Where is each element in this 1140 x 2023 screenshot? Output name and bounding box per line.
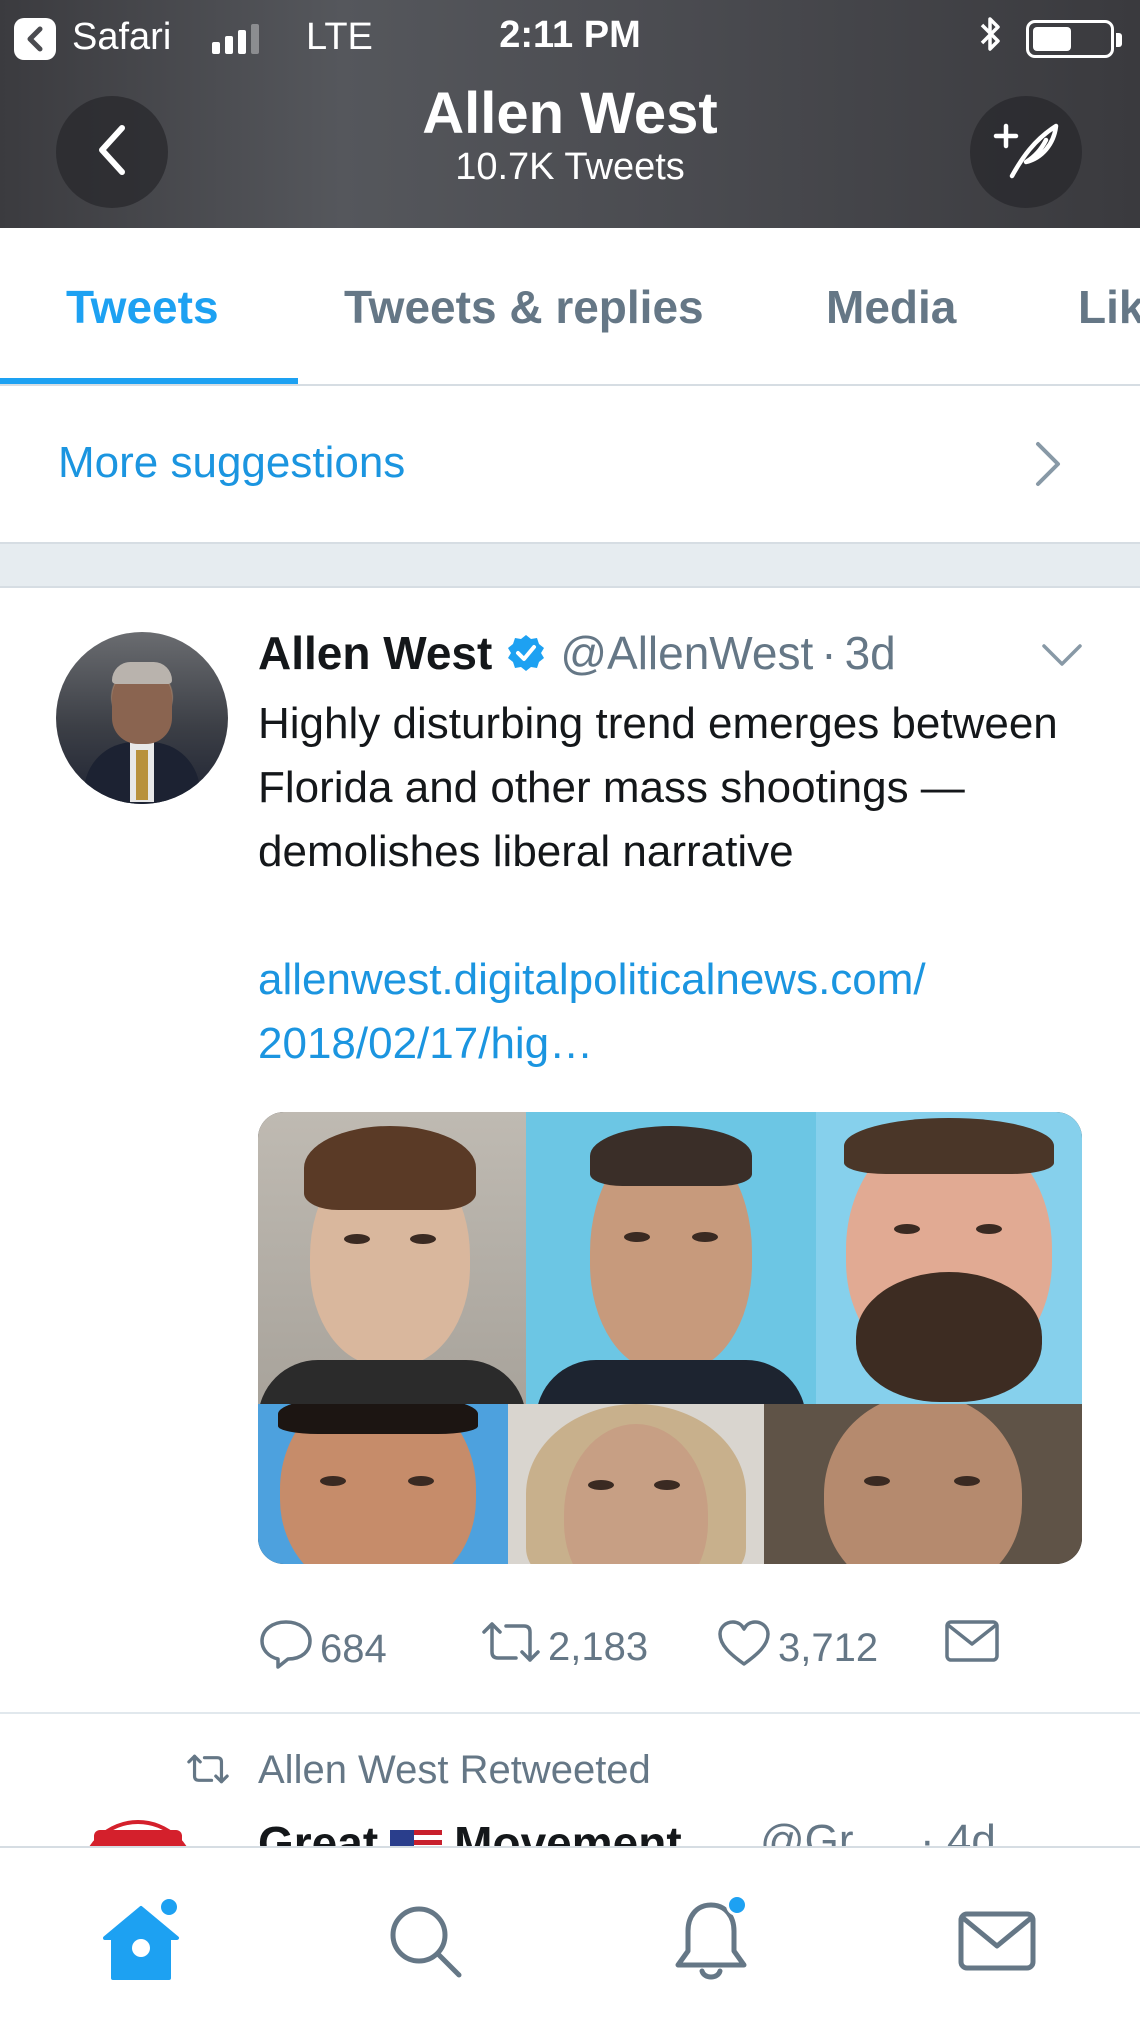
compose-icon: [990, 118, 1062, 187]
like-button[interactable]: 3,712: [716, 1618, 878, 1678]
tweet[interactable]: Allen West @AllenWest · 3d Highly distur…: [0, 588, 1140, 1714]
verified-icon: [506, 633, 546, 673]
retweet-button[interactable]: 2,183: [480, 1618, 648, 1676]
photo-tile: [816, 1112, 1082, 1404]
photo-tile: [258, 1112, 526, 1404]
profile-tabs: Tweets Tweets & replies Media Likes: [0, 228, 1140, 386]
tab-media[interactable]: Media: [826, 280, 956, 334]
tweet-timestamp[interactable]: · 4d: [920, 1816, 996, 1846]
like-icon: [716, 1618, 778, 1678]
photo-tile: [526, 1112, 816, 1404]
author-name-start: Great: [258, 1817, 379, 1846]
photo-tile: [258, 1404, 508, 1564]
tweet-actions: 684 2,183 3,712: [258, 1618, 1098, 1678]
messages-icon: [957, 1908, 1037, 1979]
tweet-author-handle[interactable]: @AllenWest: [560, 626, 813, 680]
tweet-link[interactable]: allenwest.digitalpoliticalnews.com/ 2018…: [258, 948, 1098, 1076]
retweet-count: 2,183: [548, 1624, 649, 1669]
tweet-text: Highly disturbing trend emerges between …: [258, 699, 1058, 876]
reply-icon: [258, 1618, 320, 1680]
avatar[interactable]: [80, 1820, 196, 1846]
tweet-link-line: 2018/02/17/hig…: [258, 1019, 594, 1068]
tab-tweets-and-replies[interactable]: Tweets & replies: [344, 280, 704, 334]
tweet-media-image[interactable]: [258, 1112, 1082, 1564]
tweet-author-handle[interactable]: @Gr…: [760, 1816, 898, 1846]
reply-count: 684: [320, 1626, 387, 1671]
active-tab-indicator: [0, 378, 298, 384]
chevron-down-icon[interactable]: [1040, 640, 1084, 675]
profile-header: Safari LTE 2:11 PM Allen West 10.7K Twee…: [0, 0, 1140, 228]
more-suggestions-label: More suggestions: [58, 438, 406, 487]
page-title: Allen West: [422, 81, 718, 146]
photo-tile: [508, 1404, 764, 1564]
battery-icon: [1026, 20, 1122, 58]
tab-messages[interactable]: [952, 1898, 1042, 1988]
tweet-header: Allen West @AllenWest · 3d: [258, 626, 896, 680]
section-divider: [0, 544, 1140, 588]
tweet-author-name[interactable]: Great Movement: [258, 1816, 682, 1846]
search-icon: [385, 1901, 465, 1986]
reply-button[interactable]: 684: [258, 1618, 387, 1680]
retweeted-by-label: Allen West Retweeted: [258, 1748, 651, 1792]
retweet-icon: [186, 1752, 230, 1791]
tweet-author-name[interactable]: Allen West: [258, 626, 492, 680]
bottom-tab-bar: [0, 1846, 1140, 2023]
direct-message-icon: [944, 1618, 1006, 1674]
author-name-end: Movement: [454, 1817, 682, 1846]
tab-likes[interactable]: Likes: [1078, 280, 1140, 334]
more-suggestions-row[interactable]: More suggestions: [0, 386, 1140, 544]
us-flag-icon: [390, 1829, 443, 1846]
tab-search[interactable]: [380, 1898, 470, 1988]
retweet-icon: [480, 1618, 548, 1676]
tweet-link-line: allenwest.digitalpoliticalnews.com/: [258, 955, 926, 1004]
tweet-count: 10.7K Tweets: [455, 146, 685, 188]
compose-tweet-button[interactable]: [970, 96, 1082, 208]
next-tweet-preview[interactable]: Allen West Retweeted Great Movement @Gr… …: [0, 1716, 1140, 1846]
bluetooth-icon: [976, 14, 1004, 64]
like-count: 3,712: [778, 1625, 879, 1670]
header-separator: ·: [821, 627, 837, 679]
tab-notifications[interactable]: [666, 1894, 756, 1988]
chevron-right-icon: [1032, 438, 1066, 495]
tab-tweets[interactable]: Tweets: [66, 280, 219, 334]
direct-message-button[interactable]: [944, 1618, 1006, 1674]
home-new-badge: [158, 1896, 180, 1918]
notifications-badge: [726, 1894, 748, 1916]
status-time: 2:11 PM: [499, 14, 641, 56]
tab-home[interactable]: [96, 1896, 186, 1988]
photo-tile: [764, 1404, 1082, 1564]
avatar[interactable]: [56, 632, 228, 804]
status-bar: Safari LTE 2:11 PM: [0, 0, 1140, 74]
tweet-timestamp[interactable]: 3d: [845, 626, 896, 680]
